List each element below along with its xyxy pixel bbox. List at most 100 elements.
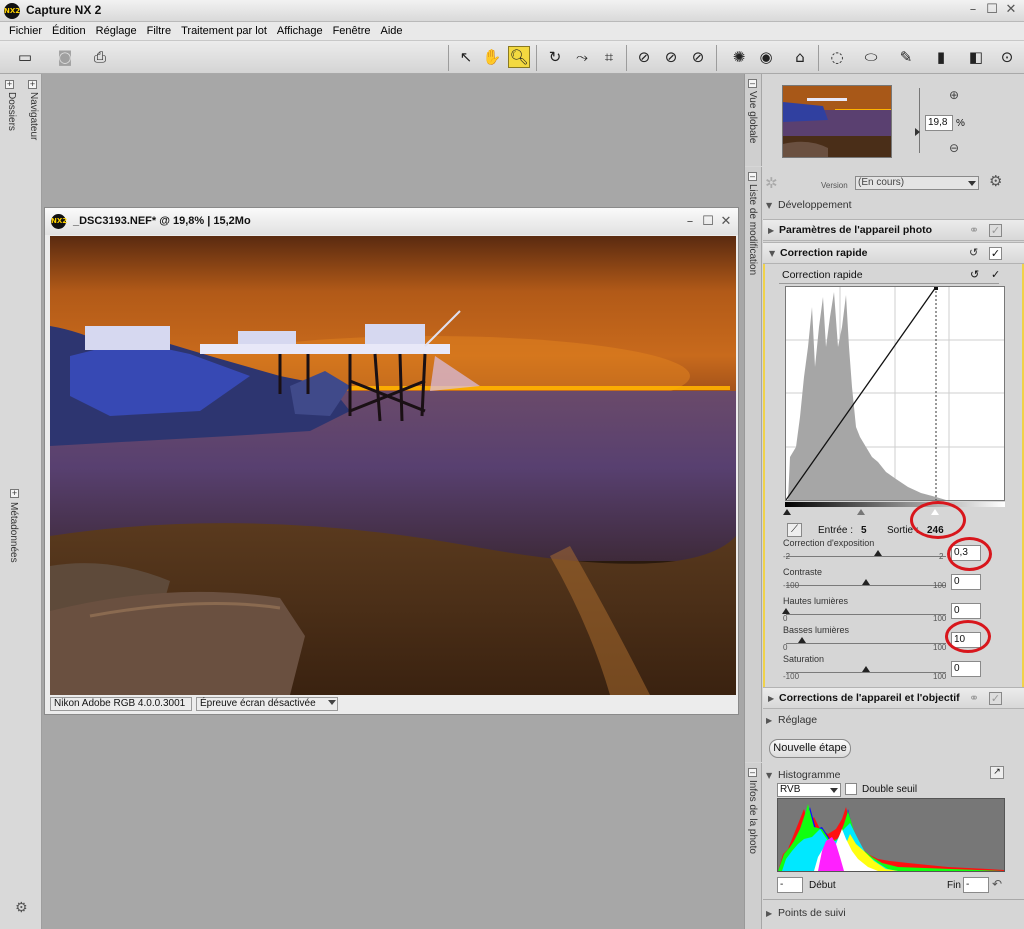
menu-filtre[interactable]: Filtre bbox=[147, 25, 171, 37]
zoom-slider-thumb[interactable] bbox=[915, 128, 920, 136]
collapse-edit-list-icon[interactable]: – bbox=[748, 172, 757, 181]
correction-rapide-sub-check-icon[interactable]: ✓ bbox=[991, 268, 1000, 281]
selection-control-point-icon[interactable]: ⊙ bbox=[996, 46, 1018, 68]
curve-mode-icon[interactable]: ⟋ bbox=[787, 523, 802, 537]
slider-track[interactable] bbox=[786, 585, 946, 586]
expand-metadonnees-icon[interactable]: + bbox=[10, 489, 19, 498]
tab-infos-de-la-photo[interactable]: Infos de la photo bbox=[747, 780, 758, 854]
straighten-icon[interactable]: ⤳ bbox=[571, 46, 593, 68]
nouvelle-etape-button[interactable]: Nouvelle étape bbox=[769, 739, 851, 758]
menu-aide[interactable]: Aide bbox=[380, 25, 402, 37]
curves-graph[interactable] bbox=[785, 286, 1005, 501]
zoom-in-icon[interactable]: ⊕ bbox=[949, 88, 959, 102]
slider-thumb[interactable] bbox=[862, 666, 870, 672]
correction-rapide-checkbox[interactable]: ✓ bbox=[989, 247, 1002, 260]
points-suivi-heading[interactable]: Points de suivi bbox=[778, 907, 846, 919]
correction-rapide-header[interactable]: ▼ Correction rapide ↺ ✓ bbox=[763, 242, 1024, 264]
points-suivi-collapsed-icon[interactable]: ▶ bbox=[766, 909, 772, 918]
hautes-lumieres-value-field[interactable]: 0 bbox=[951, 603, 981, 619]
tab-metadonnees[interactable]: Métadonnées bbox=[8, 502, 19, 563]
zoom-out-icon[interactable]: ⊖ bbox=[949, 141, 959, 155]
developpement-expanded-icon[interactable]: ▼ bbox=[766, 201, 772, 210]
rotate-icon[interactable]: ↻ bbox=[544, 46, 566, 68]
white-point-icon[interactable]: ⊘ bbox=[687, 46, 709, 68]
params-appareil-checkbox[interactable]: ✓ bbox=[989, 224, 1002, 237]
histogramme-heading[interactable]: Histogramme bbox=[778, 769, 840, 781]
edit-list-settings-gear-icon[interactable]: ⚙ bbox=[989, 172, 1002, 190]
menu-fichier[interactable]: Fichier bbox=[9, 25, 42, 37]
zoom-percent-field[interactable]: 19,8 bbox=[925, 115, 953, 131]
minimize-icon[interactable]: – bbox=[966, 3, 980, 17]
settings-gear-icon[interactable]: ⚙ bbox=[15, 900, 28, 916]
photo-canvas[interactable] bbox=[50, 236, 736, 695]
collapse-vue-globale-icon[interactable]: – bbox=[748, 79, 757, 88]
tab-navigateur[interactable]: Navigateur bbox=[28, 92, 39, 140]
collapse-photo-info-icon[interactable]: – bbox=[748, 768, 757, 777]
selection-brush-icon[interactable]: ✎ bbox=[895, 46, 917, 68]
doc-maximize-icon[interactable]: ☐ bbox=[701, 215, 715, 229]
fin-field[interactable]: - bbox=[963, 877, 989, 893]
slider-track[interactable] bbox=[786, 643, 946, 644]
gradient-icon[interactable]: ▮ bbox=[930, 46, 952, 68]
menu-fenetre[interactable]: Fenêtre bbox=[333, 25, 371, 37]
tab-liste-de-modification[interactable]: Liste de modification bbox=[747, 184, 758, 275]
reglage-heading[interactable]: Réglage bbox=[778, 714, 817, 726]
red-eye-icon[interactable]: ◉ bbox=[755, 46, 777, 68]
zoom-icon[interactable]: 🔍︎ bbox=[508, 46, 530, 68]
slider-track[interactable] bbox=[786, 614, 946, 615]
expand-dossiers-icon[interactable]: + bbox=[5, 80, 14, 89]
close-icon[interactable]: ✕ bbox=[1004, 3, 1018, 17]
correction-rapide-reset-icon[interactable]: ↺ bbox=[969, 246, 978, 259]
zoom-slider-track[interactable] bbox=[919, 88, 920, 153]
params-link-icon[interactable]: ⚭ bbox=[969, 223, 979, 237]
doc-minimize-icon[interactable]: – bbox=[683, 215, 697, 229]
slider-track[interactable] bbox=[786, 556, 946, 557]
fill-remove-icon[interactable]: ◧ bbox=[965, 46, 987, 68]
corrections-objectif-header[interactable]: ▶ Corrections de l'appareil et l'objecti… bbox=[763, 687, 1024, 709]
reglage-collapsed-icon[interactable]: ▶ bbox=[766, 716, 772, 725]
corrections-objectif-checkbox[interactable]: ✓ bbox=[989, 692, 1002, 705]
black-point-thumb[interactable] bbox=[783, 509, 791, 515]
debut-field[interactable]: - bbox=[777, 877, 803, 893]
maximize-icon[interactable]: ☐ bbox=[985, 3, 999, 17]
histogram-reset-icon[interactable]: ↶ bbox=[992, 877, 1002, 891]
histogramme-expanded-icon[interactable]: ▼ bbox=[766, 771, 772, 780]
crop-icon[interactable]: ⌗ bbox=[598, 46, 620, 68]
developpement-heading[interactable]: Développement bbox=[778, 199, 852, 211]
black-point-icon[interactable]: ⊘ bbox=[633, 46, 655, 68]
lasso-icon[interactable]: ◌ bbox=[826, 46, 848, 68]
slider-thumb[interactable] bbox=[798, 637, 806, 643]
tab-dossiers[interactable]: Dossiers bbox=[6, 92, 17, 131]
marquee-icon[interactable]: ⬭ bbox=[860, 46, 882, 68]
menu-edition[interactable]: Édition bbox=[52, 25, 86, 37]
version-dropdown[interactable]: (En cours) bbox=[855, 176, 979, 190]
neutral-point-icon[interactable]: ⊘ bbox=[660, 46, 682, 68]
correction-rapide-sub-reset-icon[interactable]: ↺ bbox=[970, 268, 979, 281]
double-seuil-checkbox[interactable] bbox=[845, 783, 857, 795]
histogram-popout-icon[interactable]: ↗ bbox=[990, 766, 1004, 779]
color-control-point-icon[interactable]: ✺ bbox=[728, 46, 750, 68]
tab-vue-globale[interactable]: Vue globale bbox=[747, 91, 758, 143]
params-appareil-header[interactable]: ▶ Paramètres de l'appareil photo ⚭ ✓ bbox=[763, 219, 1024, 241]
print-icon[interactable]: ⎙ bbox=[89, 46, 111, 68]
menu-affichage[interactable]: Affichage bbox=[277, 25, 323, 37]
soft-proof-dropdown[interactable]: Épreuve écran désactivée bbox=[196, 697, 338, 711]
slider-thumb[interactable] bbox=[862, 579, 870, 585]
camera-icon[interactable]: ◙ bbox=[54, 46, 76, 68]
midpoint-thumb[interactable] bbox=[857, 509, 865, 515]
expand-navigateur-icon[interactable]: + bbox=[28, 80, 37, 89]
auto-retouch-brush-icon[interactable]: ⌂ bbox=[789, 46, 811, 68]
saturation-value-field[interactable]: 0 bbox=[951, 661, 981, 677]
menu-traitement-par-lot[interactable]: Traitement par lot bbox=[181, 25, 267, 37]
photo-histogram[interactable] bbox=[777, 798, 1005, 872]
arrow-select-icon[interactable]: ↖ bbox=[455, 46, 477, 68]
browser-toggle-icon[interactable]: ▭ bbox=[14, 46, 36, 68]
overview-thumbnail[interactable] bbox=[782, 85, 892, 158]
slider-thumb[interactable] bbox=[874, 550, 882, 556]
corrections-link-icon[interactable]: ⚭ bbox=[969, 691, 979, 705]
doc-close-icon[interactable]: ✕ bbox=[719, 215, 733, 229]
slider-track[interactable] bbox=[786, 672, 946, 673]
menu-reglage[interactable]: Réglage bbox=[96, 25, 137, 37]
contraste-value-field[interactable]: 0 bbox=[951, 574, 981, 590]
hand-icon[interactable]: ✋ bbox=[481, 46, 503, 68]
